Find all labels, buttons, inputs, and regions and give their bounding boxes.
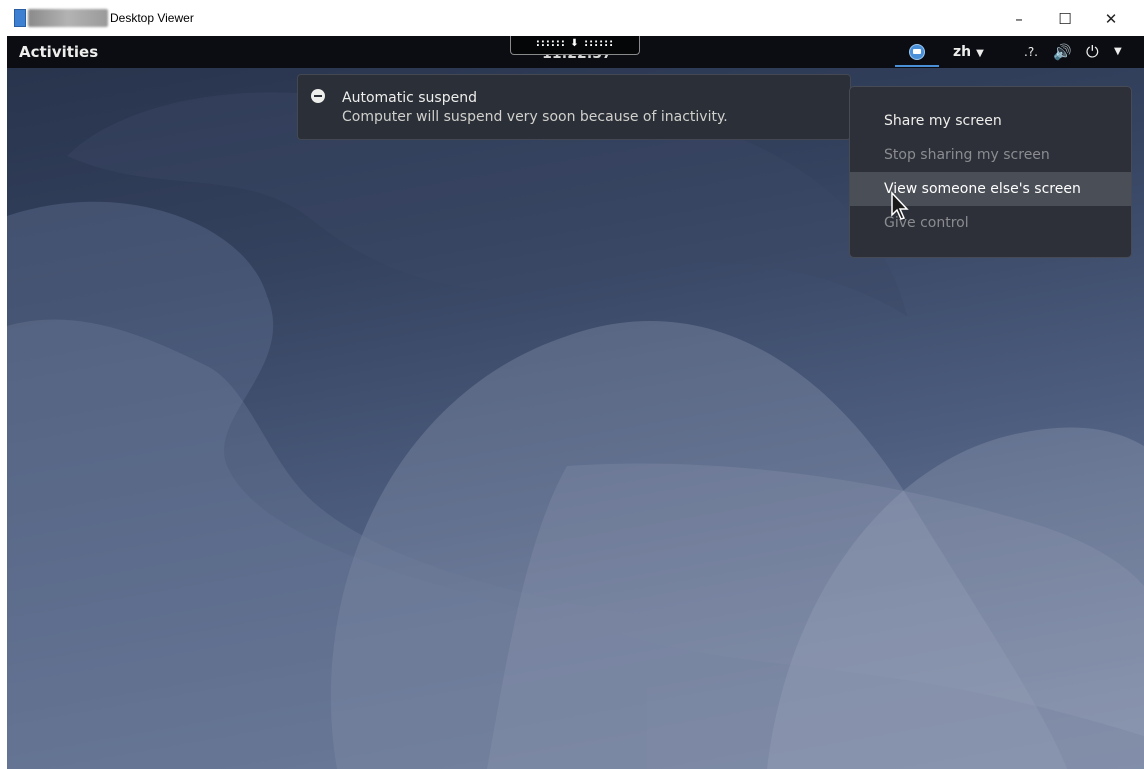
close-button[interactable]: ✕ [1088,6,1134,32]
minimize-button[interactable]: – [996,6,1042,32]
chevron-down-icon[interactable]: ▼ [1114,36,1122,68]
app-icon [14,9,26,27]
gnome-top-bar: Activities 11:22:37 :::::: ⬇ :::::: zh▼ … [7,36,1144,68]
accessibility-icon[interactable]: .?. [1024,36,1038,68]
menu-item-share-my-screen[interactable]: Share my screen [850,104,1131,138]
chevron-down-icon: ▼ [976,48,984,59]
menu-item-stop-sharing[interactable]: Stop sharing my screen [850,138,1131,172]
window-title: Desktop Viewer [110,11,194,25]
language-label: zh [953,44,972,60]
window-title-bar: Desktop Viewer – ☐ ✕ [0,0,1144,36]
notification-body: Computer will suspend very soon because … [342,109,728,125]
power-icon[interactable]: ⏻ [1086,36,1099,68]
redacted-app-name [28,9,108,27]
notification-banner[interactable]: Automatic suspend Computer will suspend … [297,74,851,140]
suspend-icon [311,89,325,103]
notification-title: Automatic suspend [342,90,477,106]
remote-desktop[interactable]: Activities 11:22:37 :::::: ⬇ :::::: zh▼ … [7,36,1144,769]
activities-button[interactable]: Activities [19,36,98,68]
screen-share-icon [909,44,925,60]
volume-icon[interactable]: 🔊 [1053,36,1072,68]
screen-share-menu: Share my screen Stop sharing my screen V… [849,86,1132,258]
screen-share-indicator[interactable] [895,36,939,68]
active-indicator-underline [895,65,939,67]
language-selector[interactable]: zh ▼ [953,36,984,70]
remote-toolbar-handle[interactable]: :::::: ⬇ :::::: [510,36,640,55]
maximize-button[interactable]: ☐ [1042,6,1088,32]
mouse-pointer-icon [891,191,909,220]
